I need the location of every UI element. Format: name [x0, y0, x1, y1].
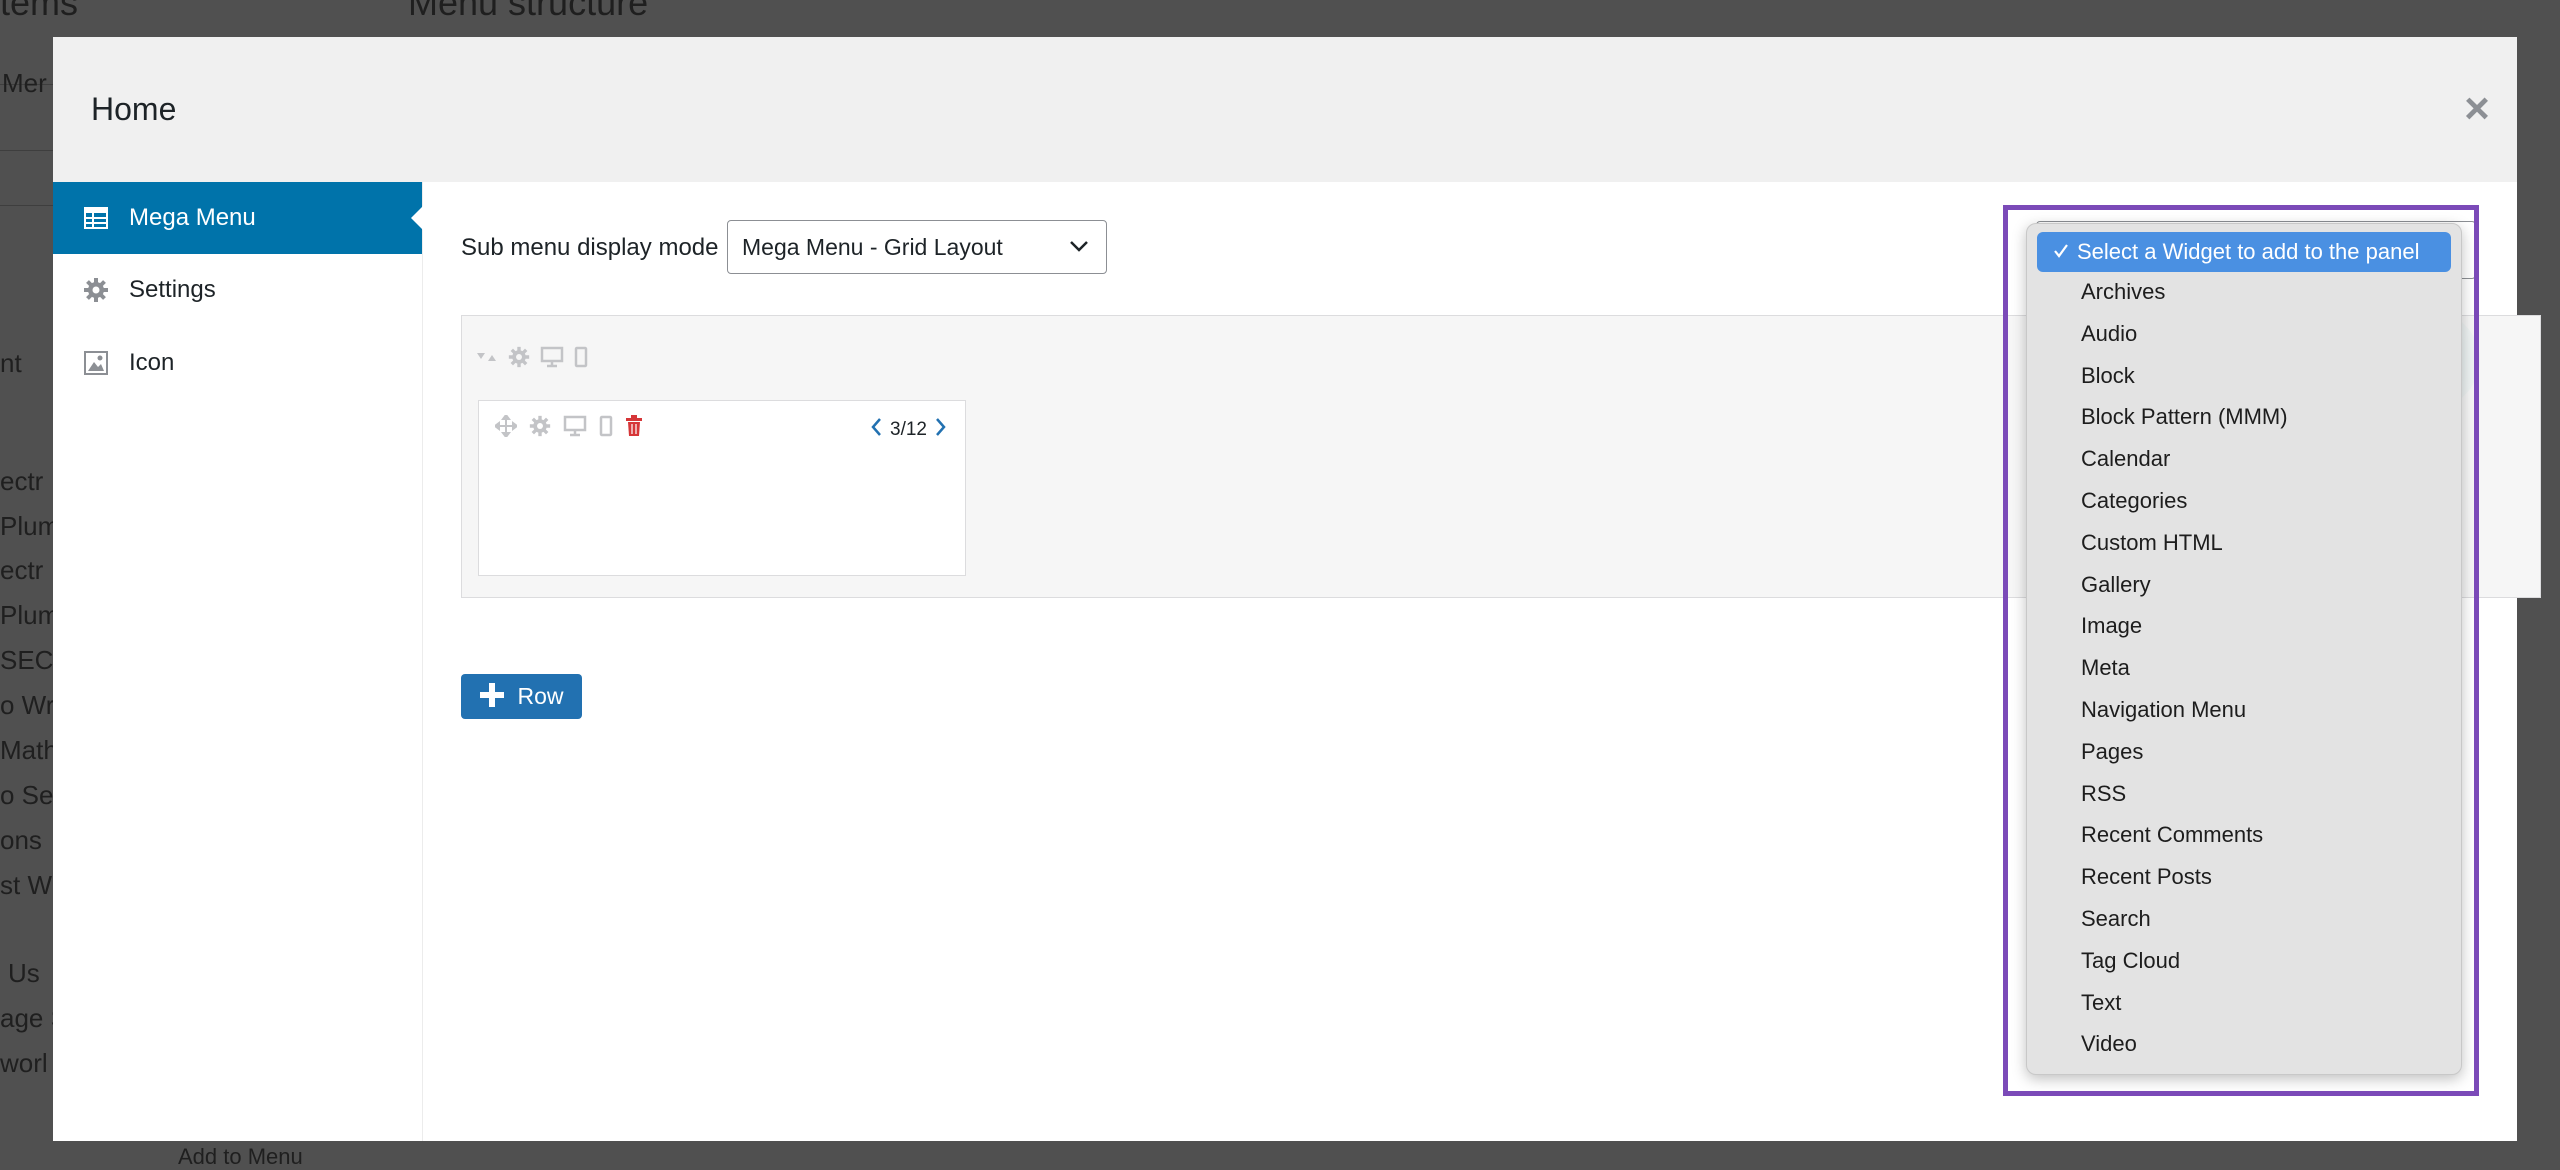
display-mode-value: Mega Menu - Grid Layout	[742, 233, 1003, 260]
bg-fragment: o Se	[0, 780, 54, 810]
bg-fragment: ectr	[0, 555, 44, 585]
close-icon[interactable]: ×	[2457, 87, 2497, 131]
bg-fragment: nt	[0, 348, 22, 378]
sidebar-item-settings[interactable]: Settings	[53, 254, 422, 326]
bg-fragment: st W	[0, 870, 52, 900]
column-width-control: 3/12	[870, 417, 947, 443]
bg-heading-items: Items	[0, 0, 79, 23]
row-collapse-icon[interactable]	[476, 350, 498, 369]
bg-fragment: Mer	[2, 68, 47, 98]
bg-fragment: Math	[0, 735, 58, 765]
row-desktop-icon[interactable]	[540, 346, 564, 373]
chevron-right-icon[interactable]	[935, 417, 947, 443]
row-settings-gear-icon[interactable]	[508, 346, 530, 373]
image-icon	[83, 350, 109, 376]
bg-fragment: ons	[0, 825, 42, 855]
plus-icon	[479, 682, 505, 712]
column-toolbar	[493, 413, 643, 442]
display-mode-select[interactable]: Mega Menu - Grid Layout	[727, 220, 1107, 274]
trash-icon[interactable]	[625, 415, 643, 442]
modal-header: Home ×	[53, 37, 2517, 182]
chevron-left-icon[interactable]	[870, 417, 882, 443]
column-mobile-icon[interactable]	[599, 415, 613, 442]
column-settings-gear-icon[interactable]	[529, 415, 551, 442]
add-row-button[interactable]: Row	[461, 674, 582, 719]
sidebar-item-label: Icon	[129, 349, 175, 376]
add-row-label: Row	[517, 683, 564, 709]
move-icon[interactable]	[493, 413, 519, 442]
bg-fragment: SEC	[0, 645, 54, 675]
display-mode-label: Sub menu display mode	[461, 234, 719, 261]
sidebar-item-label: Mega Menu	[129, 204, 256, 231]
row-toolbar	[476, 346, 588, 373]
modal-title: Home	[91, 91, 177, 127]
grid-column: 3/12	[478, 400, 966, 576]
row-mobile-icon[interactable]	[574, 346, 588, 373]
modal-sidebar: Mega Menu Settings Icon	[53, 182, 423, 1141]
column-desktop-icon[interactable]	[563, 415, 587, 442]
sidebar-item-label: Settings	[129, 276, 216, 303]
highlight-outline	[2003, 205, 2479, 1096]
bg-fragment: o Wr	[0, 690, 55, 720]
sidebar-item-mega-menu[interactable]: Mega Menu	[53, 182, 423, 254]
bg-fragment: Add to Menu	[178, 1144, 303, 1169]
bg-fragment: Us	[8, 958, 40, 988]
bg-fragment: worl	[0, 1048, 48, 1078]
gear-icon	[83, 277, 109, 303]
grid-table-icon	[83, 205, 109, 231]
sidebar-item-icon[interactable]: Icon	[53, 327, 422, 399]
bg-fragment: ectr	[0, 466, 44, 496]
column-width-value: 3/12	[890, 419, 927, 440]
chevron-down-icon	[1066, 233, 1092, 265]
bg-heading-menu-structure: Menu structure	[408, 0, 649, 23]
